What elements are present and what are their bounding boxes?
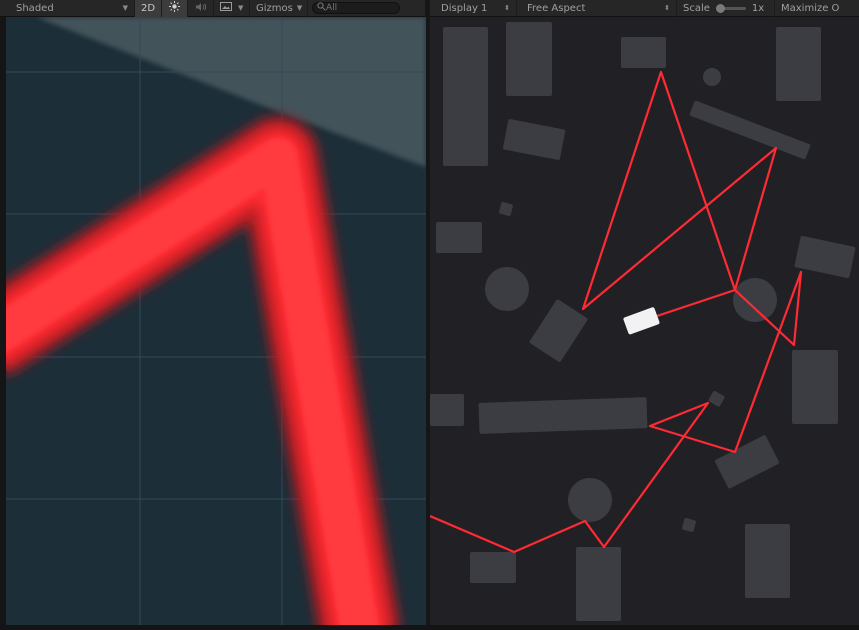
search-icon — [317, 2, 326, 14]
aspect-dropdown[interactable]: Free Aspect ⬍ — [517, 0, 677, 17]
sun-icon — [169, 1, 180, 15]
obstacle-rect — [436, 222, 482, 253]
obstacle-rect — [576, 547, 621, 621]
obstacle-rect — [745, 524, 790, 598]
scale-slider[interactable] — [715, 3, 746, 13]
obstacle-circle — [703, 68, 721, 86]
obstacle-rect — [776, 27, 821, 101]
scene-view[interactable] — [6, 17, 426, 625]
shading-mode-dropdown[interactable]: Shaded ▼ — [0, 0, 135, 17]
bottom-border — [0, 625, 859, 630]
2d-mode-toggle[interactable]: 2D — [135, 0, 162, 17]
obstacle-rect — [443, 27, 488, 166]
chevron-down-icon: ▼ — [122, 4, 128, 12]
obstacle-rect — [430, 394, 464, 426]
game-view[interactable] — [430, 17, 859, 625]
scene-toolbar: Shaded ▼ 2D ▼ Gizmos ▼ — [0, 0, 425, 17]
obstacle-rect — [621, 37, 666, 68]
aspect-label: Free Aspect — [527, 2, 586, 14]
obstacle-circle — [733, 278, 777, 322]
chevron-down-icon: ▼ — [296, 4, 303, 12]
gizmos-dropdown[interactable]: Gizmos ▼ — [250, 0, 308, 17]
scene-canvas[interactable] — [6, 17, 426, 625]
maximize-label: Maximize O — [781, 2, 840, 14]
chevron-updown-icon: ⬍ — [664, 4, 670, 12]
chevron-updown-icon: ⬍ — [504, 4, 510, 12]
shading-mode-label: Shaded — [16, 2, 54, 14]
obstacle-rect — [506, 22, 552, 96]
scene-search-field[interactable] — [312, 2, 400, 14]
gizmos-label: Gizmos — [256, 2, 293, 14]
scale-control: Scale 1x — [677, 0, 775, 17]
obstacle-rect — [470, 552, 516, 583]
display-dropdown[interactable]: Display 1 ⬍ — [430, 0, 517, 17]
speaker-icon — [195, 2, 207, 15]
maximize-on-play-toggle[interactable]: Maximize O — [775, 0, 845, 17]
scene-effects-dropdown[interactable]: ▼ — [214, 0, 250, 17]
scene-audio-toggle[interactable] — [188, 0, 214, 17]
game-canvas[interactable] — [430, 17, 859, 625]
2d-mode-label: 2D — [140, 2, 156, 14]
image-icon — [220, 2, 232, 14]
scale-slider-handle[interactable] — [715, 3, 725, 13]
obstacle-circle — [568, 478, 612, 522]
game-toolbar: Display 1 ⬍ Free Aspect ⬍ Scale 1x Maxim… — [430, 0, 859, 17]
scene-lighting-toggle[interactable] — [162, 0, 188, 17]
search-input[interactable] — [326, 3, 388, 13]
obstacle-circle — [485, 267, 529, 311]
display-label: Display 1 — [441, 2, 488, 14]
obstacle-rect — [478, 397, 648, 434]
scale-label: Scale — [683, 2, 710, 14]
obstacle-rect — [792, 350, 838, 424]
scale-value: 1x — [751, 2, 765, 14]
chevron-down-icon: ▼ — [238, 4, 244, 12]
